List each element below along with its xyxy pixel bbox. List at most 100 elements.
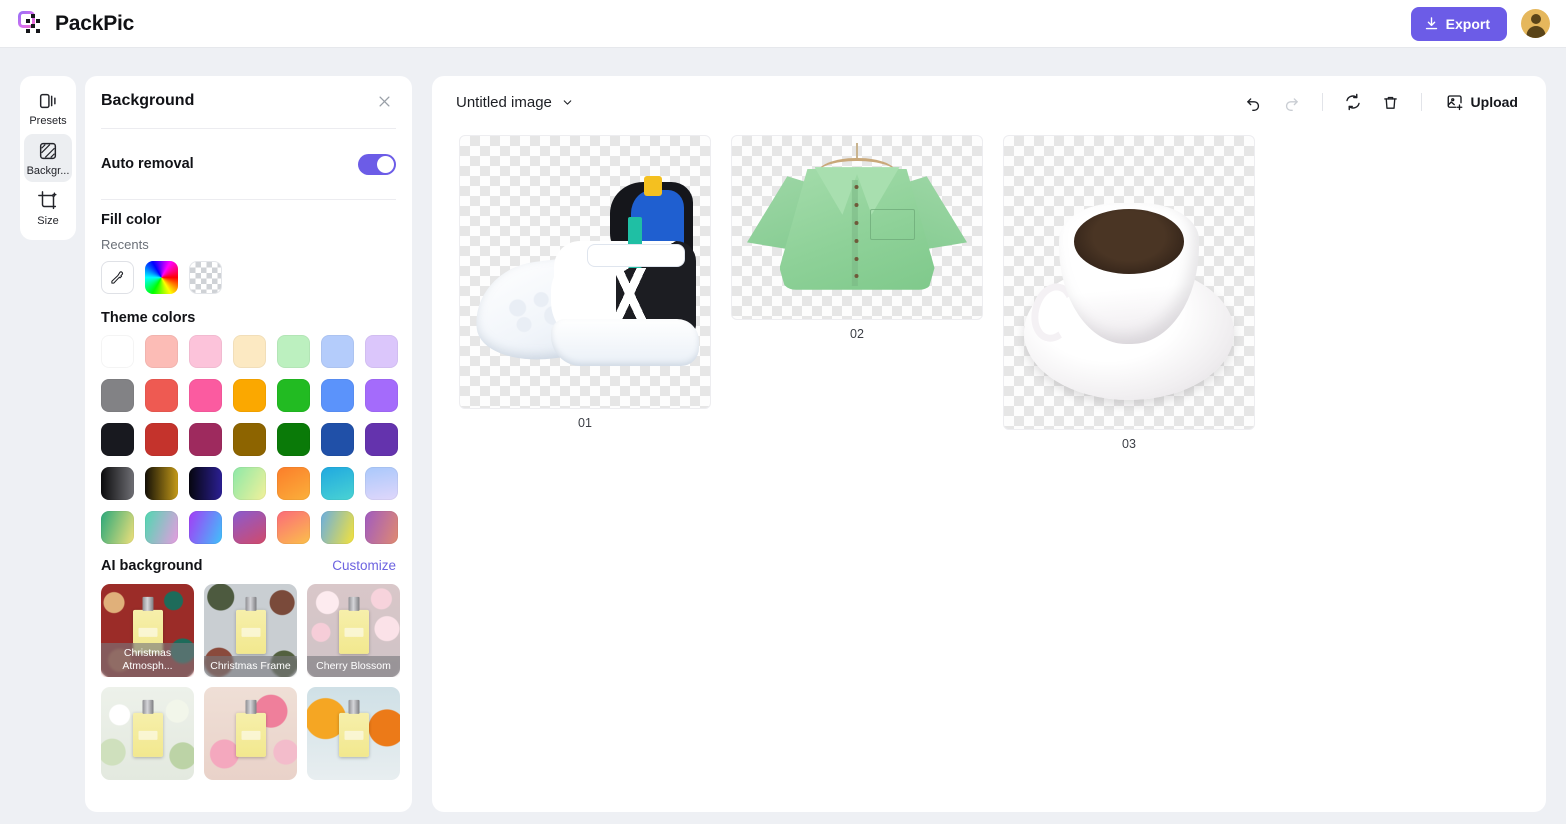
theme-color-swatch[interactable] [321, 511, 354, 544]
refresh-icon [1344, 93, 1362, 111]
sidebar-item-presets[interactable]: Presets [24, 84, 72, 132]
perfume-bottle-thumbnail [338, 712, 369, 757]
divider [101, 128, 396, 129]
ai-background-card[interactable] [307, 687, 400, 780]
theme-color-swatch[interactable] [277, 467, 310, 500]
avatar[interactable] [1521, 9, 1550, 38]
sidebar-item-size-label: Size [37, 215, 59, 227]
theme-color-swatch[interactable] [365, 423, 398, 456]
packpic-logo-icon [16, 9, 46, 39]
theme-color-swatch[interactable] [101, 511, 134, 544]
theme-color-swatch[interactable] [277, 379, 310, 412]
theme-color-swatch[interactable] [233, 467, 266, 500]
trash-icon [1382, 94, 1399, 111]
thumbnail-list: 01 02 03 [432, 128, 1546, 451]
eyedropper-swatch[interactable] [101, 261, 134, 294]
theme-color-swatch[interactable] [101, 379, 134, 412]
canvas-toolbar: Untitled image Upload [432, 76, 1546, 128]
page-title: Background [101, 92, 195, 109]
theme-color-swatch[interactable] [321, 423, 354, 456]
redo-icon [1283, 94, 1300, 111]
ai-background-card[interactable] [204, 687, 297, 780]
thumbnail-item[interactable]: 01 [460, 136, 710, 430]
ai-background-header: AI background Customize [101, 558, 396, 574]
theme-color-swatch[interactable] [277, 335, 310, 368]
sidebar-item-background[interactable]: Backgr... [24, 134, 72, 182]
thumbnail-image-coffee-cup[interactable] [1004, 136, 1254, 429]
perfume-bottle-thumbnail [338, 609, 369, 654]
theme-color-swatch[interactable] [101, 335, 134, 368]
theme-color-swatch[interactable] [145, 467, 178, 500]
redo-button[interactable] [1276, 86, 1308, 118]
theme-color-swatch[interactable] [189, 379, 222, 412]
theme-color-swatch[interactable] [189, 511, 222, 544]
theme-color-swatch[interactable] [233, 423, 266, 456]
theme-color-swatch[interactable] [277, 511, 310, 544]
theme-color-swatch[interactable] [321, 379, 354, 412]
toolbar-divider [1321, 93, 1323, 111]
close-icon[interactable] [373, 90, 396, 113]
document-name: Untitled image [456, 93, 552, 111]
undo-button[interactable] [1238, 86, 1270, 118]
auto-removal-toggle[interactable] [358, 153, 396, 175]
toolbar-divider [1420, 93, 1422, 111]
ai-background-card[interactable]: Christmas Frame [204, 584, 297, 677]
ai-background-card-label: Cherry Blossom [307, 655, 400, 677]
perfume-bottle-thumbnail [132, 712, 163, 757]
ai-background-card[interactable]: Christmas Atmosph... [101, 584, 194, 677]
perfume-bottle-thumbnail [235, 712, 266, 757]
ai-background-card[interactable] [101, 687, 194, 780]
theme-color-swatch[interactable] [101, 423, 134, 456]
color-wheel-swatch[interactable] [145, 261, 178, 294]
theme-color-swatch[interactable] [277, 423, 310, 456]
thumbnail-item[interactable]: 03 [1004, 136, 1254, 451]
chevron-down-icon [561, 96, 574, 109]
theme-color-swatch[interactable] [233, 511, 266, 544]
thumbnail-image-sneakers[interactable] [460, 136, 710, 408]
theme-color-swatch[interactable] [145, 423, 178, 456]
download-icon [1424, 16, 1439, 31]
transparent-swatch[interactable] [189, 261, 222, 294]
export-button-label: Export [1445, 15, 1490, 32]
thumbnail-item[interactable]: 02 [732, 136, 982, 341]
theme-color-swatch[interactable] [145, 335, 178, 368]
recents-label: Recents [101, 237, 149, 252]
background-panel: Background Auto removal Fill color Recen… [85, 76, 412, 812]
theme-color-swatch[interactable] [101, 467, 134, 500]
theme-color-swatch[interactable] [365, 379, 398, 412]
theme-colors-grid [101, 335, 398, 544]
theme-color-swatch[interactable] [365, 511, 398, 544]
theme-color-swatch[interactable] [365, 467, 398, 500]
top-bar-actions: Export [1410, 6, 1550, 41]
refresh-button[interactable] [1337, 86, 1369, 118]
brand: PackPic [16, 9, 134, 39]
ai-background-card-label: Christmas Atmosph... [101, 643, 194, 677]
document-name-dropdown[interactable]: Untitled image [456, 94, 574, 111]
upload-button-label: Upload [1470, 94, 1518, 110]
customize-link[interactable]: Customize [332, 558, 396, 573]
theme-color-swatch[interactable] [189, 467, 222, 500]
thumbnail-caption: 01 [578, 416, 592, 430]
upload-button[interactable]: Upload [1436, 86, 1528, 118]
theme-color-swatch[interactable] [321, 335, 354, 368]
theme-color-swatch[interactable] [233, 335, 266, 368]
eyedropper-icon [110, 270, 125, 285]
presets-icon [37, 90, 59, 112]
fill-color-title: Fill color [101, 212, 162, 228]
theme-colors-title: Theme colors [101, 310, 196, 326]
theme-color-swatch[interactable] [189, 423, 222, 456]
auto-removal-label: Auto removal [101, 156, 194, 172]
background-icon [37, 140, 59, 162]
ai-background-card[interactable]: Cherry Blossom [307, 584, 400, 677]
brand-name: PackPic [55, 11, 135, 35]
thumbnail-image-green-shirt[interactable] [732, 136, 982, 319]
export-button[interactable]: Export [1410, 6, 1507, 41]
delete-button[interactable] [1375, 86, 1407, 118]
theme-color-swatch[interactable] [145, 511, 178, 544]
sidebar-item-size[interactable]: Size [24, 184, 72, 232]
theme-color-swatch[interactable] [233, 379, 266, 412]
theme-color-swatch[interactable] [365, 335, 398, 368]
theme-color-swatch[interactable] [189, 335, 222, 368]
theme-color-swatch[interactable] [321, 467, 354, 500]
theme-color-swatch[interactable] [145, 379, 178, 412]
